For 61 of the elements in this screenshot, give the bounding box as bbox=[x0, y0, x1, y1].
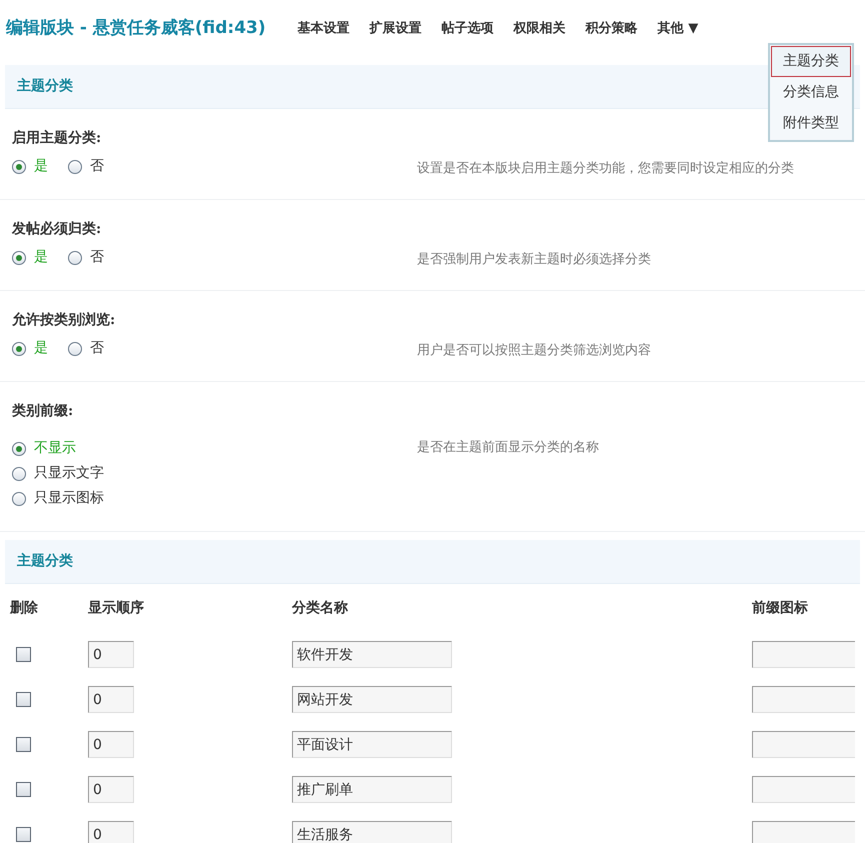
radio-label: 只显示文字 bbox=[34, 464, 104, 483]
radio-button[interactable] bbox=[12, 160, 26, 174]
category-name-field[interactable]: 网站开发 bbox=[292, 686, 452, 713]
radio-label: 是 bbox=[34, 339, 48, 358]
category-name-field[interactable]: 推广刷单 bbox=[292, 776, 452, 803]
menu-item[interactable]: 附件类型 bbox=[771, 108, 851, 139]
section-header: 主题分类 bbox=[5, 540, 860, 584]
category-name-field[interactable]: 平面设计 bbox=[292, 731, 452, 758]
setting-label: 启用主题分类: bbox=[12, 130, 102, 146]
nav-link[interactable]: 权限相关 bbox=[514, 19, 566, 39]
menu-item[interactable]: 分类信息 bbox=[771, 77, 851, 108]
checkbox[interactable] bbox=[16, 647, 31, 662]
radio-button[interactable] bbox=[12, 466, 26, 480]
column-header: 删除 bbox=[10, 598, 39, 618]
radio-button[interactable] bbox=[12, 492, 26, 506]
radio-button[interactable] bbox=[12, 442, 26, 456]
checkbox[interactable] bbox=[16, 782, 31, 797]
order-field[interactable]: 0 bbox=[88, 776, 134, 803]
column-header: 显示顺序 bbox=[88, 598, 145, 618]
nav-link[interactable]: 扩展设置 bbox=[370, 19, 422, 39]
radio-button[interactable] bbox=[68, 250, 82, 265]
prefix-icon-field[interactable] bbox=[752, 641, 855, 668]
radio-button[interactable] bbox=[12, 342, 26, 356]
prefix-icon-field[interactable] bbox=[752, 776, 855, 803]
order-field[interactable]: 0 bbox=[88, 731, 134, 758]
prefix-icon-field[interactable] bbox=[752, 686, 855, 713]
prefix-icon-field[interactable] bbox=[752, 821, 855, 843]
prefix-icon-field[interactable] bbox=[752, 731, 855, 758]
category-name-field[interactable]: 软件开发 bbox=[292, 641, 452, 668]
nav-link[interactable]: 帖子选项 bbox=[442, 19, 494, 39]
category-name-field[interactable]: 生活服务 bbox=[292, 821, 452, 843]
checkbox[interactable] bbox=[16, 737, 31, 752]
order-field[interactable]: 0 bbox=[88, 641, 134, 668]
radio-button[interactable] bbox=[12, 250, 26, 265]
setting-description: 用户是否可以按照主题分类筛选浏览内容 bbox=[417, 342, 651, 360]
radio-label: 是 bbox=[34, 248, 48, 268]
setting-label: 允许按类别浏览: bbox=[12, 312, 116, 328]
radio-button[interactable] bbox=[68, 160, 82, 174]
order-field[interactable]: 0 bbox=[88, 686, 134, 713]
radio-label: 否 bbox=[90, 248, 104, 268]
radio-button[interactable] bbox=[68, 342, 82, 356]
radio-label: 是 bbox=[34, 157, 48, 176]
setting-label: 发帖必须归类: bbox=[12, 221, 102, 237]
page-title: 编辑版块 - 悬赏任务威客(fid:43) bbox=[6, 17, 266, 40]
radio-label: 否 bbox=[90, 157, 104, 176]
radio-label: 只显示图标 bbox=[34, 489, 104, 508]
checkbox[interactable] bbox=[16, 827, 31, 842]
setting-description: 是否强制用户发表新主题时必须选择分类 bbox=[417, 251, 651, 269]
nav-link[interactable]: 其他 ▼ bbox=[658, 19, 698, 39]
column-header: 分类名称 bbox=[292, 598, 349, 618]
setting-description: 是否在主题前面显示分类的名称 bbox=[417, 439, 599, 457]
menu-item[interactable]: 主题分类 bbox=[771, 46, 851, 77]
column-header: 前缀图标 bbox=[752, 598, 808, 618]
radio-label: 否 bbox=[90, 339, 104, 358]
checkbox[interactable] bbox=[16, 692, 31, 707]
setting-description: 设置是否在本版块启用主题分类功能，您需要同时设定相应的分类 bbox=[417, 160, 794, 178]
radio-label: 不显示 bbox=[34, 439, 76, 458]
setting-label: 类别前缀: bbox=[12, 403, 74, 419]
nav-link[interactable]: 基本设置 bbox=[298, 19, 350, 39]
order-field[interactable]: 0 bbox=[88, 821, 134, 843]
nav-link[interactable]: 积分策略 bbox=[586, 19, 638, 39]
